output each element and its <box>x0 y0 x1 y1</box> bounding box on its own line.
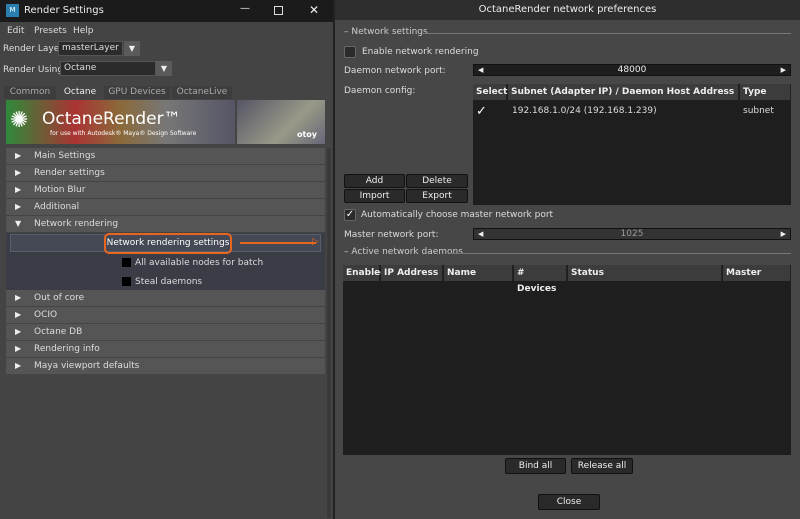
section-label: Render settings <box>34 168 105 178</box>
divider <box>424 33 791 34</box>
octane-banner: ✺ OctaneRender™ for use with Autodesk® M… <box>6 100 235 144</box>
row-type: subnet <box>743 106 774 116</box>
section-additional[interactable]: ▶ Additional <box>6 199 325 215</box>
header-ip-address[interactable]: IP Address <box>381 265 443 281</box>
active-daemons-group: – Active network daemons <box>344 247 463 257</box>
network-rendering-panel: Network rendering settings ▷ All availab… <box>6 233 325 290</box>
scrollbar[interactable] <box>327 148 331 518</box>
network-preferences-window: OctaneRender network preferences – Netwo… <box>335 0 800 519</box>
tab-octane[interactable]: Octane <box>58 86 102 99</box>
daemon-port-slider[interactable]: ◀ 48000 ▶ <box>473 64 791 76</box>
render-using-select[interactable]: Octane <box>60 61 156 76</box>
add-button[interactable]: Add <box>344 174 405 188</box>
close-button[interactable]: Close <box>538 494 600 510</box>
section-label: OCIO <box>34 310 58 320</box>
section-label: Maya viewport defaults <box>34 361 140 371</box>
steal-daemons-checkbox[interactable] <box>122 277 131 286</box>
section-motion-blur[interactable]: ▶ Motion Blur <box>6 182 325 198</box>
maximize-button[interactable] <box>274 6 283 15</box>
otoy-banner: otoy <box>237 100 325 144</box>
render-using-label: Render Using <box>3 65 64 75</box>
section-label: Main Settings <box>34 151 96 161</box>
section-octane-db[interactable]: ▶ Octane DB <box>6 324 325 340</box>
header-enabled[interactable]: Enabled <box>343 265 387 281</box>
header-devices[interactable]: # Devices <box>514 265 567 294</box>
header-status[interactable]: Status <box>568 265 722 281</box>
auto-master-port-checkbox[interactable]: ✓ <box>344 209 356 221</box>
group-label: Active network daemons <box>351 247 463 257</box>
import-button[interactable]: Import <box>344 189 405 203</box>
network-rendering-settings-button[interactable]: Network rendering settings <box>104 233 232 254</box>
render-layer-select[interactable]: masterLayer <box>58 41 123 56</box>
section-ocio[interactable]: ▶ OCIO <box>6 307 325 323</box>
divider <box>449 253 791 254</box>
arrow-annotation <box>240 242 316 244</box>
row-address: 192.168.1.0/24 (192.168.1.239) <box>512 106 657 116</box>
section-label: Additional <box>34 202 80 212</box>
octane-logo-icon: ✺ <box>10 108 29 133</box>
header-type[interactable]: Type <box>740 84 791 100</box>
group-label: Network settings <box>351 27 428 37</box>
tab-common[interactable]: Common <box>4 86 56 99</box>
row-select-checkbox[interactable]: ✓ <box>476 104 487 119</box>
section-main-settings[interactable]: ▶ Main Settings <box>6 148 325 164</box>
chevron-down-icon[interactable]: ▼ <box>156 61 172 76</box>
section-label: Motion Blur <box>34 185 86 195</box>
section-out-of-core[interactable]: ▶ Out of core <box>6 290 325 306</box>
release-all-button[interactable]: Release all <box>571 458 633 474</box>
header-name[interactable]: Name <box>444 265 513 281</box>
auto-master-label: Automatically choose master network port <box>361 210 554 220</box>
menu-edit[interactable]: Edit <box>7 26 24 36</box>
header-select[interactable]: Select <box>473 84 507 100</box>
window-title: Render Settings <box>24 5 104 16</box>
section-label: Rendering info <box>34 344 100 354</box>
enable-network-rendering-checkbox[interactable] <box>344 46 356 58</box>
all-nodes-label: All available nodes for batch <box>135 258 264 268</box>
network-settings-group: – Network settings <box>344 27 428 37</box>
section-label: Network rendering <box>34 219 119 229</box>
arrow-head-icon: ▷ <box>312 237 319 247</box>
enable-label: Enable network rendering <box>362 47 479 57</box>
daemon-config-table: Select Subnet (Adapter IP) / Daemon Host… <box>473 84 791 205</box>
daemon-port-value: 48000 <box>617 65 647 75</box>
bind-all-button[interactable]: Bind all <box>505 458 566 474</box>
banner-subtitle: for use with Autodesk® Maya® Design Soft… <box>50 130 197 137</box>
delete-button[interactable]: Delete <box>406 174 468 188</box>
active-daemons-table: Enabled IP Address Name # Devices Status… <box>343 265 791 455</box>
section-rendering-info[interactable]: ▶ Rendering info <box>6 341 325 357</box>
section-maya-viewport-defaults[interactable]: ▶ Maya viewport defaults <box>6 358 325 374</box>
export-button[interactable]: Export <box>406 189 468 203</box>
tab-octanelive[interactable]: OctaneLive <box>172 86 232 99</box>
tab-gpu-devices[interactable]: GPU Devices <box>104 86 170 99</box>
master-port-value: 1025 <box>620 229 644 239</box>
section-label: Out of core <box>34 293 85 303</box>
banner-title: OctaneRender™ <box>42 109 181 129</box>
render-layer-label: Render Layer <box>3 44 63 54</box>
maya-icon: M <box>6 4 19 17</box>
master-port-slider[interactable]: ◀ 1025 ▶ <box>473 228 791 240</box>
header-address[interactable]: Subnet (Adapter IP) / Daemon Host Addres… <box>508 84 739 100</box>
menu-help[interactable]: Help <box>73 26 94 36</box>
daemon-port-label: Daemon network port: <box>344 66 446 76</box>
chevron-down-icon[interactable]: ▼ <box>124 41 140 56</box>
close-button[interactable]: ✕ <box>309 3 319 17</box>
window-title: OctaneRender network preferences <box>335 0 800 20</box>
menu-presets[interactable]: Presets <box>34 26 67 36</box>
daemon-config-label: Daemon config: <box>344 86 416 96</box>
otoy-logo: otoy <box>296 130 317 139</box>
steal-daemons-label: Steal daemons <box>135 277 203 287</box>
all-nodes-checkbox[interactable] <box>122 258 131 267</box>
section-network-rendering[interactable]: ▼ Network rendering <box>6 216 325 232</box>
section-render-settings[interactable]: ▶ Render settings <box>6 165 325 181</box>
minimize-button[interactable]: — <box>240 3 250 14</box>
master-port-label: Master network port: <box>344 230 439 240</box>
header-master[interactable]: Master <box>723 265 791 281</box>
section-label: Octane DB <box>34 327 83 337</box>
title-bar: M Render Settings — ✕ <box>0 0 333 22</box>
render-settings-window: M Render Settings — ✕ Edit Presets Help … <box>0 0 333 519</box>
